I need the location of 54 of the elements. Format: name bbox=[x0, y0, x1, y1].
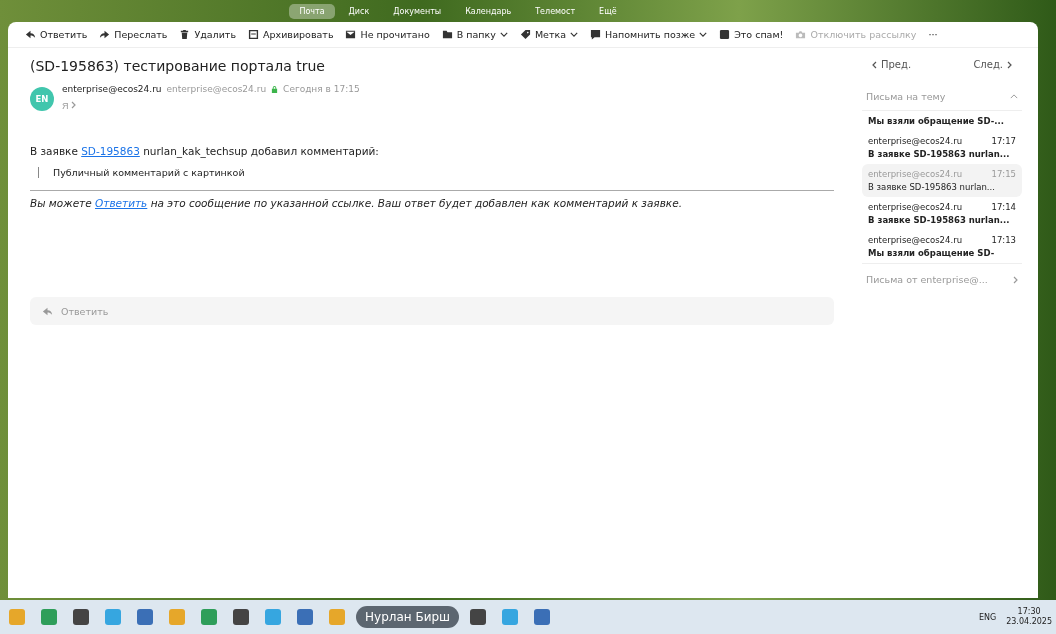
next-button[interactable]: След. bbox=[967, 58, 1018, 71]
toolbar-button[interactable]: Напомнить позже bbox=[585, 26, 713, 43]
more-button[interactable]: ··· bbox=[923, 26, 943, 43]
taskbar-user-button[interactable]: Нурлан Бирш bbox=[356, 606, 460, 628]
folder-icon bbox=[441, 29, 453, 40]
thread-item[interactable]: enterprise@ecos24.ru 17:15 В заявке SD-195863 nurlan... bbox=[862, 164, 1022, 197]
chevron-right-icon bbox=[1013, 275, 1018, 284]
chevron-right-icon bbox=[71, 101, 76, 109]
reply-icon bbox=[25, 29, 36, 40]
email-date: Сегодня в 17:15 bbox=[283, 84, 360, 94]
lock-icon bbox=[271, 84, 279, 94]
chevron-right-icon bbox=[1007, 60, 1012, 69]
chevron-up-icon bbox=[1010, 94, 1018, 99]
avatar: EN bbox=[30, 86, 54, 111]
previous-button[interactable]: Пред. bbox=[866, 58, 918, 71]
caret-icon bbox=[499, 32, 508, 37]
sender-name[interactable]: enterprise@ecos24.ru bbox=[62, 84, 162, 94]
toolbar-button[interactable]: Удалить bbox=[174, 26, 241, 43]
thread-item[interactable]: enterprise@ecos24.ru 17:17 В заявке SD-195863 nurlan... bbox=[862, 131, 1022, 164]
sender-email: enterprise@ecos24.ru bbox=[166, 84, 267, 94]
message-text: В заявке SD-195863 nurlan_kak_techsup добавил комментарий: bbox=[30, 145, 380, 157]
chat-bubble-icon bbox=[590, 29, 601, 40]
chevron-left-icon bbox=[872, 60, 877, 69]
nav-tab[interactable]: Диск bbox=[338, 3, 380, 19]
nav-tab[interactable]: Телемост bbox=[525, 3, 586, 19]
caret-icon bbox=[699, 32, 708, 37]
archive-icon bbox=[248, 29, 259, 40]
tag-icon bbox=[519, 29, 531, 40]
toolbar-button[interactable]: Не прочитано bbox=[340, 26, 435, 43]
nav-tab[interactable]: Календарь bbox=[455, 3, 522, 19]
toolbar-button[interactable]: Это спам! bbox=[714, 26, 789, 43]
email-subject: (SD-195863) тестирование портала true bbox=[30, 58, 326, 74]
camera-icon bbox=[795, 29, 807, 40]
reply-icon bbox=[42, 305, 53, 317]
toolbar-button[interactable]: Переслать bbox=[94, 26, 173, 43]
ticket-link[interactable]: SD-195863 bbox=[81, 145, 140, 157]
toolbar-button[interactable]: Ответить bbox=[20, 26, 93, 43]
nav-tab[interactable]: Ещё bbox=[589, 3, 627, 19]
quote-text: Публичный комментарий с картинкой bbox=[38, 167, 834, 178]
trash-icon bbox=[179, 29, 191, 40]
forward-icon bbox=[99, 29, 111, 40]
thread-item[interactable]: enterprise@ecos24.ru 17:14 В заявке SD-195863 nurlan... bbox=[862, 197, 1022, 230]
caret-icon bbox=[570, 32, 578, 37]
envelope-icon bbox=[345, 29, 357, 40]
toolbar-button[interactable]: В папку bbox=[436, 26, 513, 43]
language-indicator[interactable]: ENG bbox=[978, 612, 997, 622]
footer-text: Вы можете Ответить на это сообщение по указанной ссылке. Ваш ответ будет добавлен как комментарий к заявке. bbox=[30, 197, 683, 209]
nav-tab[interactable]: Документы bbox=[383, 3, 452, 19]
thread-item[interactable]: Мы взяли обращение SD-... bbox=[862, 111, 1022, 131]
clock[interactable]: 17:30 23.04.2025 bbox=[1006, 606, 1052, 628]
thread-item[interactable]: enterprise@ecos24.ru 17:13 Мы взяли обращение SD- bbox=[862, 230, 1022, 263]
toolbar-button[interactable]: Метка bbox=[514, 26, 583, 43]
toolbar-button[interactable]: Архивировать bbox=[243, 26, 339, 43]
reply-link[interactable]: Ответить bbox=[95, 197, 148, 209]
